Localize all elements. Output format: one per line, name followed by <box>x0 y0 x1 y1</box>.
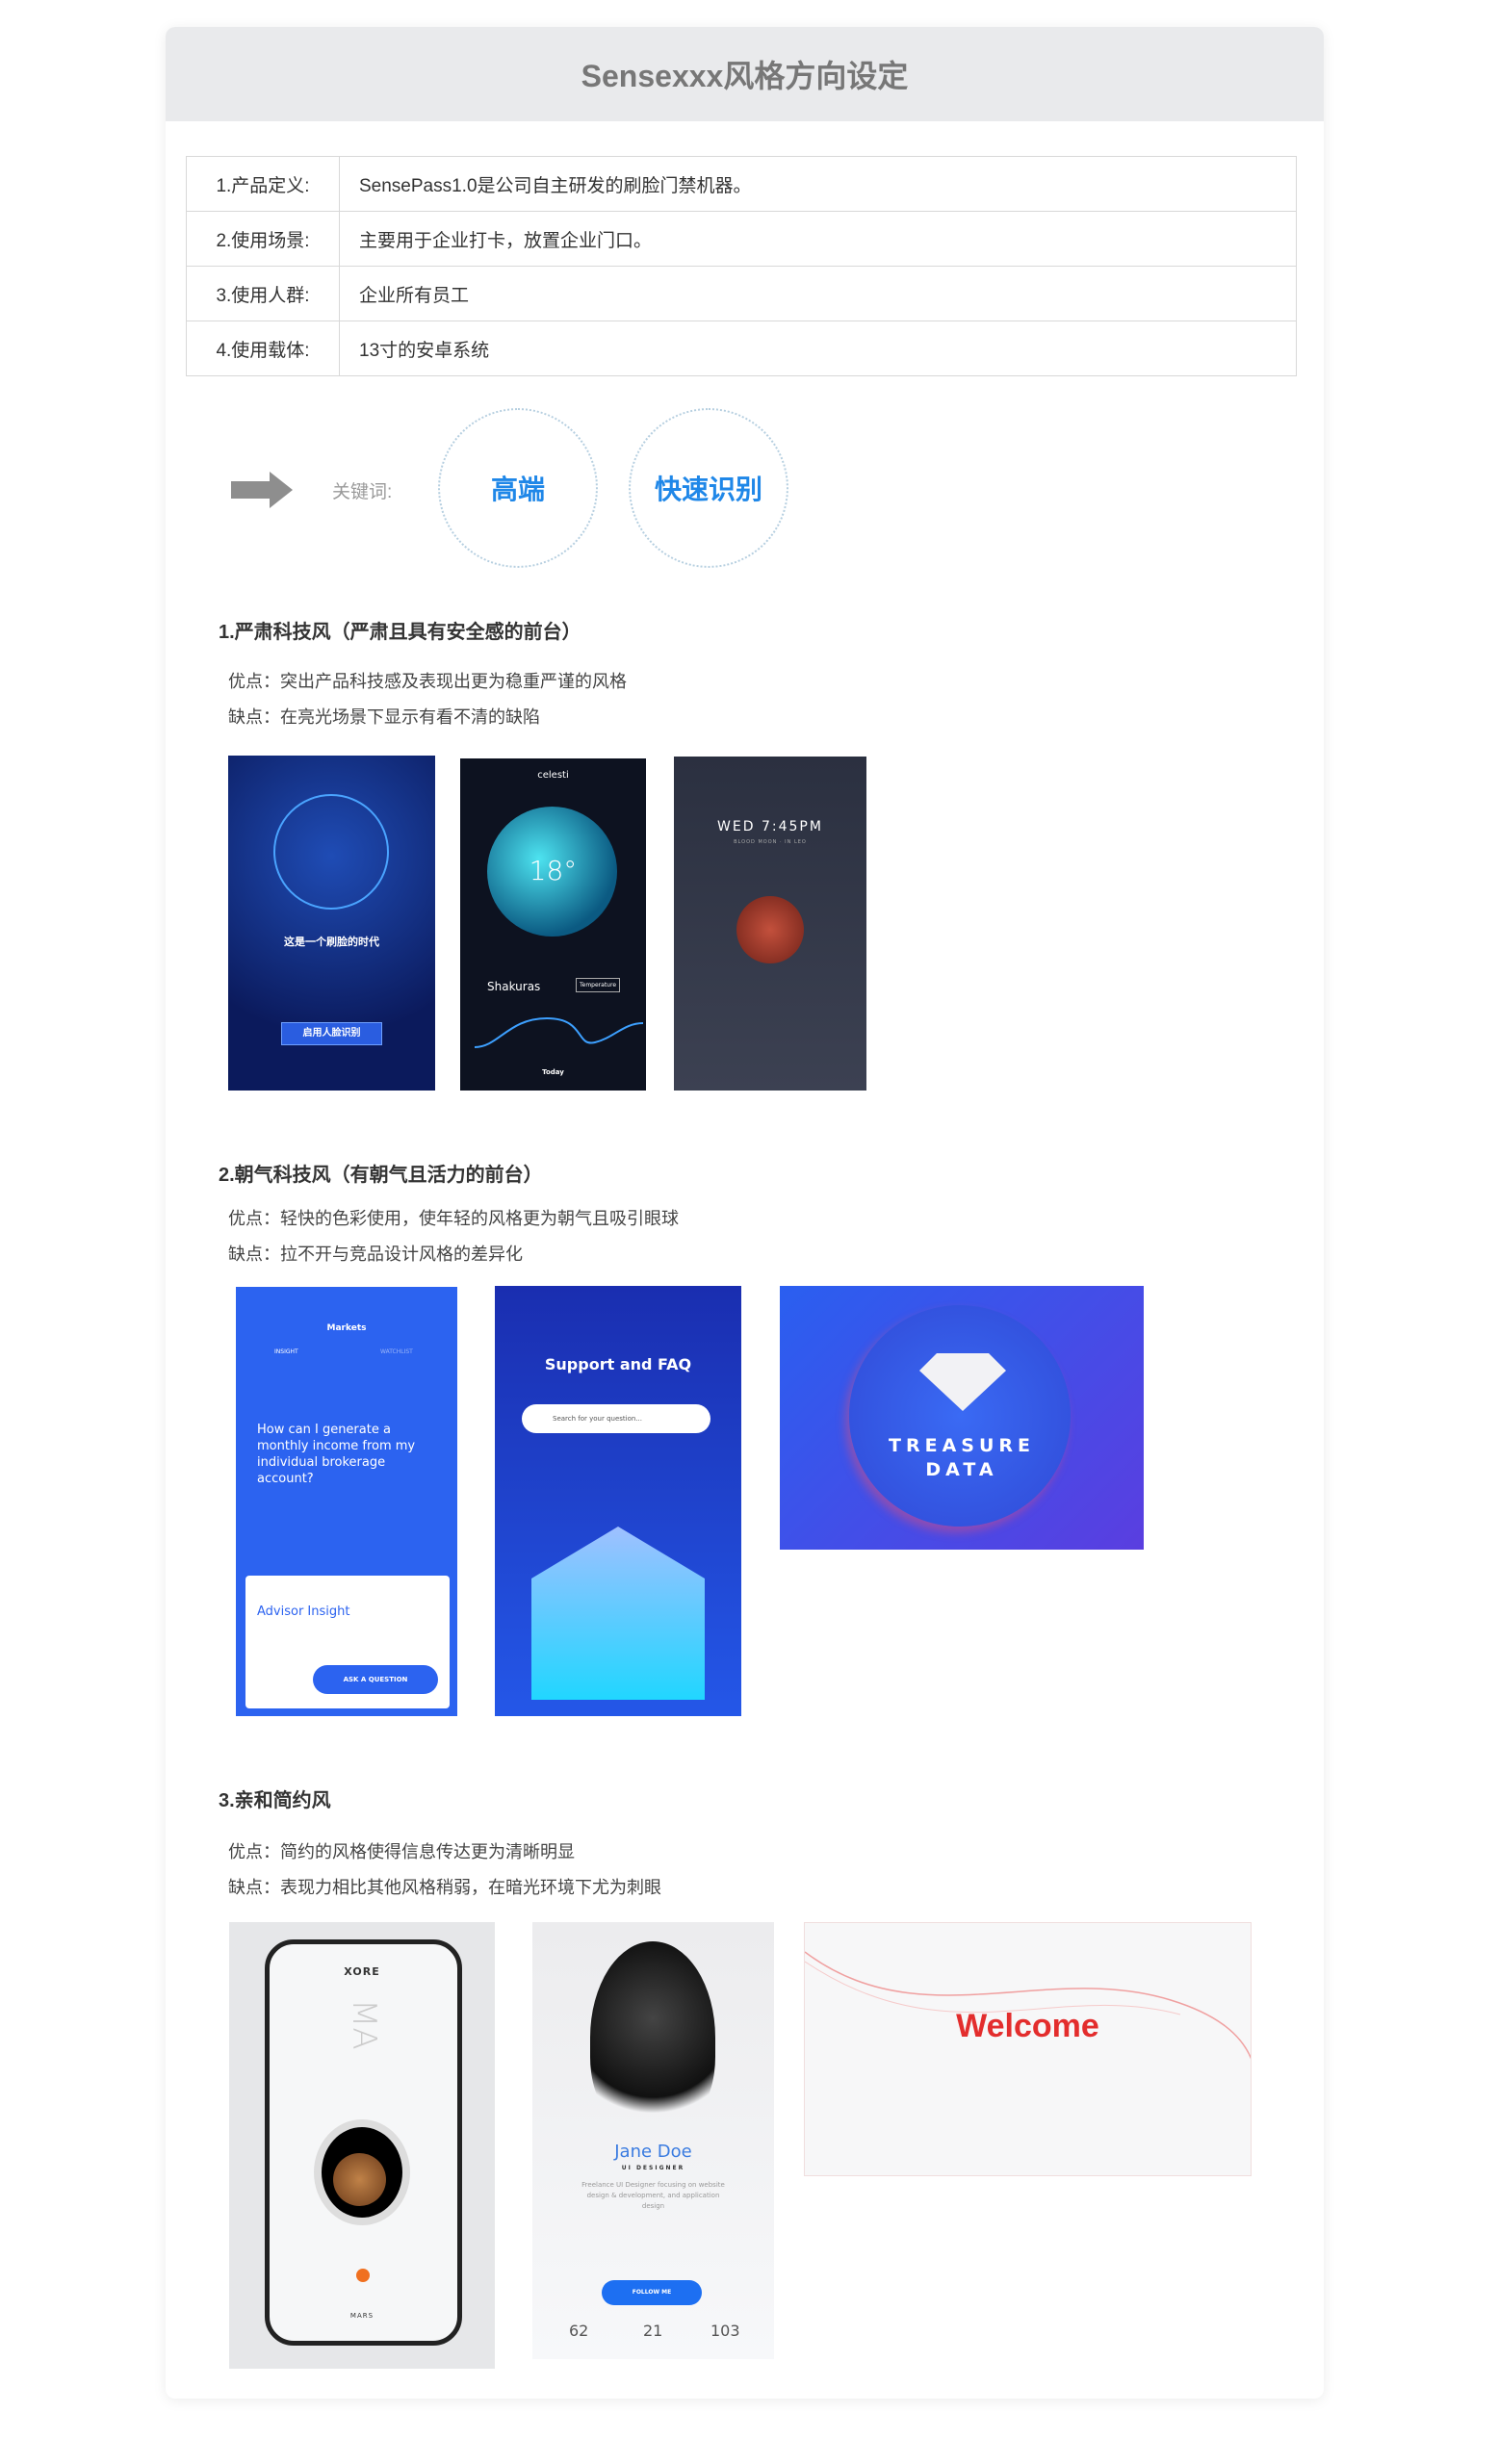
table-row: 1.产品定义: SensePass1.0是公司自主研发的刷脸门禁机器。 <box>186 156 1297 212</box>
row-value: SensePass1.0是公司自主研发的刷脸门禁机器。 <box>339 156 1297 212</box>
mockup-text: 18° <box>529 855 578 886</box>
section-title: 2.朝气科技风（有朝气且活力的前台） <box>219 1165 543 1186</box>
mockup-text: Welcome <box>956 2008 1099 2044</box>
page-title: Sensexxx风格方向设定 <box>166 27 1324 121</box>
mockup-text: Advisor Insight <box>257 1604 350 1619</box>
cons-text: 缺点：拉不开与竞品设计风格的差异化 <box>228 1245 523 1264</box>
section-title: 3.亲和简约风 <box>219 1790 331 1811</box>
pros-text: 优点：简约的风格使得信息传达更为清晰明显 <box>228 1842 575 1861</box>
cons-text: 缺点：在亮光场景下显示有看不清的缺陷 <box>228 707 540 727</box>
table-row: 4.使用载体: 13寸的安卓系统 <box>186 321 1297 376</box>
mockup-text: Support and FAQ <box>544 1355 692 1373</box>
mockup-stat: 21 <box>643 2322 663 2340</box>
row-value: 13寸的安卓系统 <box>339 321 1297 376</box>
mockup-text: MARS <box>349 2312 374 2320</box>
mockup-text: TREASURE <box>889 1435 1035 1456</box>
mockup-text: Jane Doe <box>614 2142 692 2162</box>
mars-app-mockup: XORE MA MARS <box>229 1922 495 2369</box>
section-title: 1.严肃科技风（严肃且具有安全感的前台） <box>219 622 581 643</box>
mockup-text: DATA <box>925 1459 998 1480</box>
mockup-text: WATCHLIST <box>380 1348 413 1355</box>
mockup-button: ASK A QUESTION <box>313 1665 438 1694</box>
treasure-data-mockup: TREASURE DATA <box>780 1286 1144 1550</box>
mockup-search: Search for your question... <box>522 1404 710 1433</box>
mockup-text: Today <box>542 1068 564 1076</box>
mockup-text: INSIGHT <box>274 1348 298 1355</box>
row-label: 1.产品定义: <box>186 156 340 212</box>
mockup-text: 这是一个刷脸的时代 <box>284 936 379 948</box>
mockup-text: How can I generate a monthly income from… <box>257 1423 416 1486</box>
row-value: 主要用于企业打卡，放置企业门口。 <box>339 211 1297 267</box>
table-row: 2.使用场景: 主要用于企业打卡，放置企业门口。 <box>186 211 1297 267</box>
cons-text: 缺点：表现力相比其他风格稍弱，在暗光环境下尤为刺眼 <box>228 1878 661 1897</box>
arrow-right-icon <box>231 472 293 508</box>
mockup-stat: 103 <box>710 2322 740 2340</box>
row-label: 3.使用人群: <box>186 266 340 321</box>
keywords-label: 关键词: <box>332 482 393 502</box>
mockup-text: Freelance UI Designer focusing on websit… <box>581 2181 725 2210</box>
profile-mockup: Jane Doe UI DESIGNER Freelance UI Design… <box>532 1922 774 2359</box>
markets-app-mockup: Markets INSIGHT WATCHLIST How can I gene… <box>236 1287 457 1716</box>
welcome-mockup: Welcome <box>804 1922 1252 2176</box>
row-label: 4.使用载体: <box>186 321 340 376</box>
table-row: 3.使用人群: 企业所有员工 <box>186 266 1297 321</box>
weather-mockup: celesti 18° Shakuras Temperature Today <box>460 758 646 1091</box>
mockup-text: celesti <box>537 770 569 781</box>
pros-text: 优点：轻快的色彩使用，使年轻的风格更为朝气且吸引眼球 <box>228 1209 679 1228</box>
mockup-text: Markets <box>326 1323 367 1333</box>
row-value: 企业所有员工 <box>339 266 1297 321</box>
mockup-text: BLOOD MOON · IN LEO <box>734 839 807 845</box>
keyword-bubble: 高端 <box>438 408 598 568</box>
row-label: 2.使用场景: <box>186 211 340 267</box>
mockup-text: Shakuras <box>487 980 541 993</box>
mockup-text: MA <box>345 1999 383 2050</box>
face-recognition-mockup: 这是一个刷脸的时代 启用人脸识别 <box>228 756 435 1091</box>
product-info-table: 1.产品定义: SensePass1.0是公司自主研发的刷脸门禁机器。 2.使用场… <box>186 156 1297 376</box>
mockup-text: UI DESIGNER <box>621 2165 685 2171</box>
mockup-text: Temperature <box>576 978 621 992</box>
style-direction-card: Sensexxx风格方向设定 1.产品定义: SensePass1.0是公司自主研… <box>166 27 1324 2399</box>
keyword-bubble: 快速识别 <box>629 408 788 568</box>
mockup-text: WED 7:45PM <box>717 819 823 834</box>
mockup-button: 启用人脸识别 <box>281 1022 382 1045</box>
mockup-button: FOLLOW ME <box>602 2280 702 2305</box>
pros-text: 优点：突出产品科技感及表现出更为稳重严谨的风格 <box>228 672 627 691</box>
moon-mockup: WED 7:45PM BLOOD MOON · IN LEO <box>674 757 866 1091</box>
mockup-stat: 62 <box>569 2322 589 2340</box>
support-faq-mockup: Support and FAQ Search for your question… <box>495 1286 741 1716</box>
mockup-text: XORE <box>344 1965 380 1978</box>
